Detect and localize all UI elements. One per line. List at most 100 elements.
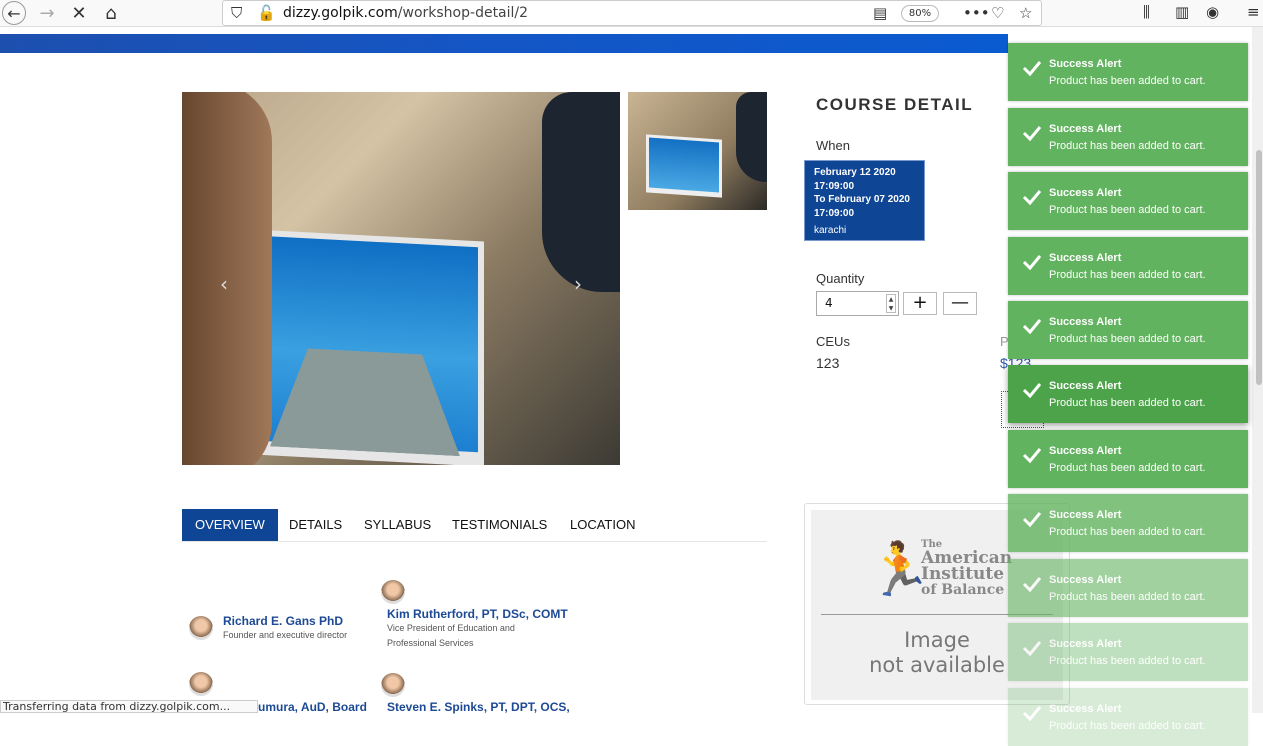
bookmark-star-icon[interactable]: ☆ bbox=[1019, 4, 1032, 22]
success-toast[interactable]: Success Alert Product has been added to c… bbox=[1008, 623, 1248, 681]
scrollbar-thumb[interactable] bbox=[1256, 150, 1262, 385]
pocket-icon[interactable]: ♡ bbox=[991, 4, 1004, 22]
check-icon bbox=[1022, 190, 1042, 206]
quantity-input[interactable]: 4 ▲ ▼ bbox=[816, 291, 899, 316]
increment-button[interactable]: + bbox=[903, 292, 937, 315]
success-toast[interactable]: Success Alert Product has been added to c… bbox=[1008, 172, 1248, 230]
page-actions-icon[interactable]: ••• bbox=[963, 4, 990, 22]
image-thumbnail[interactable] bbox=[628, 92, 767, 210]
when-label: When bbox=[816, 138, 850, 153]
success-toast[interactable]: Success Alert Product has been added to c… bbox=[1008, 430, 1248, 488]
sidebar-icon[interactable]: ▥ bbox=[1175, 3, 1189, 21]
avatar bbox=[189, 672, 213, 696]
success-toast[interactable]: Success Alert Product has been added to c… bbox=[1008, 559, 1248, 617]
person-role: Vice President of Education and Professio… bbox=[387, 623, 515, 648]
carousel-next-icon[interactable]: › bbox=[574, 272, 582, 296]
success-toast[interactable]: Success Alert Product has been added to c… bbox=[1008, 237, 1248, 295]
person-role: Founder and executive director bbox=[223, 630, 348, 640]
toast-title: Success Alert bbox=[1049, 252, 1122, 264]
home-icon[interactable]: ⌂ bbox=[98, 1, 124, 25]
avatar bbox=[381, 673, 405, 697]
decrement-button[interactable]: — bbox=[943, 292, 977, 315]
carousel-prev-icon[interactable]: ‹ bbox=[220, 272, 228, 296]
toast-title: Success Alert bbox=[1049, 509, 1122, 521]
toast-message: Product has been added to cart. bbox=[1049, 269, 1206, 281]
tab-overview[interactable]: OVERVIEW bbox=[182, 509, 278, 541]
check-icon bbox=[1022, 512, 1042, 528]
check-icon bbox=[1022, 448, 1042, 464]
success-toast[interactable]: Success Alert Product has been added to c… bbox=[1008, 43, 1248, 101]
menu-icon[interactable]: ≡ bbox=[1247, 3, 1260, 21]
toast-message: Product has been added to cart. bbox=[1049, 462, 1206, 474]
person-name[interactable]: Kim Rutherford, PT, DSc, COMT bbox=[387, 607, 568, 621]
success-toast[interactable]: Success Alert Product has been added to c… bbox=[1008, 365, 1248, 423]
site-header-bar bbox=[0, 34, 1008, 53]
stop-icon[interactable]: ✕ bbox=[66, 1, 92, 25]
browser-toolbar: ← → ✕ ⌂ ⛉ 🔓 dizzy.golpik.com/workshop-de… bbox=[0, 0, 1263, 27]
person-name[interactable]: Richard E. Gans PhD bbox=[223, 614, 343, 628]
reader-view-icon[interactable]: ▤ bbox=[873, 4, 887, 22]
toast-message: Product has been added to cart. bbox=[1049, 204, 1206, 216]
toast-message: Product has been added to cart. bbox=[1049, 526, 1206, 538]
toast-title: Success Alert bbox=[1049, 574, 1122, 586]
success-toast[interactable]: Success Alert Product has been added to c… bbox=[1008, 494, 1248, 552]
person-name[interactable]: umura, AuD, Board bbox=[258, 700, 367, 714]
course-tabs: OVERVIEW DETAILS SYLLABUS TESTIMONIALS L… bbox=[182, 509, 767, 542]
forward-icon[interactable]: → bbox=[34, 1, 60, 25]
check-icon bbox=[1022, 255, 1042, 271]
toast-title: Success Alert bbox=[1049, 316, 1122, 328]
tab-location[interactable]: LOCATION bbox=[557, 509, 649, 541]
zoom-level[interactable]: 80% bbox=[901, 5, 939, 22]
toast-title: Success Alert bbox=[1049, 445, 1122, 457]
avatar bbox=[381, 580, 405, 604]
balance-figure-icon: 🏃 bbox=[867, 540, 932, 600]
toast-title: Success Alert bbox=[1049, 703, 1122, 715]
schedule-start: February 12 2020 17:09:00 bbox=[814, 167, 896, 192]
ceus-label: CEUs bbox=[816, 334, 850, 349]
check-icon bbox=[1022, 641, 1042, 657]
tab-testimonials[interactable]: TESTIMONIALS bbox=[439, 509, 560, 541]
shield-icon[interactable]: ⛉ bbox=[231, 4, 242, 22]
toast-title: Success Alert bbox=[1049, 187, 1122, 199]
check-icon bbox=[1022, 319, 1042, 335]
toast-message: Product has been added to cart. bbox=[1049, 720, 1206, 732]
toast-title: Success Alert bbox=[1049, 123, 1122, 135]
organization-logo: The American Institute of Balance bbox=[921, 539, 1013, 599]
schedule-end: To February 07 2020 17:09:00 bbox=[814, 194, 910, 219]
url-host: dizzy.golpik.com bbox=[283, 5, 398, 21]
avatar bbox=[189, 616, 213, 640]
check-icon bbox=[1022, 61, 1042, 77]
check-icon bbox=[1022, 706, 1042, 722]
schedule-location: karachi bbox=[814, 225, 847, 236]
toast-message: Product has been added to cart. bbox=[1049, 397, 1206, 409]
success-toast[interactable]: Success Alert Product has been added to c… bbox=[1008, 688, 1248, 746]
check-icon bbox=[1022, 383, 1042, 399]
main-course-image: ‹ › bbox=[182, 92, 620, 465]
schedule-box[interactable]: February 12 2020 17:09:00 To February 07… bbox=[804, 160, 925, 241]
toast-title: Success Alert bbox=[1049, 58, 1122, 70]
check-icon bbox=[1022, 577, 1042, 593]
library-icon[interactable]: ⫼ bbox=[1143, 3, 1150, 21]
toast-title: Success Alert bbox=[1049, 638, 1122, 650]
url-path: /workshop-detail/2 bbox=[397, 5, 529, 21]
check-icon bbox=[1022, 126, 1042, 142]
spinner-icon[interactable]: ▲ ▼ bbox=[886, 294, 896, 313]
url-bar[interactable]: ⛉ 🔓 dizzy.golpik.com/workshop-detail/2 ▤… bbox=[222, 0, 1042, 26]
browser-status-bar: Transferring data from dizzy.golpik.com.… bbox=[0, 700, 258, 713]
back-icon[interactable]: ← bbox=[2, 1, 26, 25]
person-name[interactable]: Steven E. Spinks, PT, DPT, OCS, bbox=[387, 700, 570, 714]
account-icon[interactable]: ◉ bbox=[1206, 3, 1219, 21]
ceus-value: 123 bbox=[816, 355, 840, 371]
toast-message: Product has been added to cart. bbox=[1049, 333, 1206, 345]
toast-message: Product has been added to cart. bbox=[1049, 655, 1206, 667]
tab-details[interactable]: DETAILS bbox=[276, 509, 355, 541]
success-toast[interactable]: Success Alert Product has been added to c… bbox=[1008, 108, 1248, 166]
toast-message: Product has been added to cart. bbox=[1049, 75, 1206, 87]
toast-message: Product has been added to cart. bbox=[1049, 140, 1206, 152]
insecure-lock-icon[interactable]: 🔓 bbox=[257, 4, 276, 22]
success-toast[interactable]: Success Alert Product has been added to c… bbox=[1008, 301, 1248, 359]
toast-message: Product has been added to cart. bbox=[1049, 591, 1206, 603]
quantity-label: Quantity bbox=[816, 271, 865, 286]
tab-syllabus[interactable]: SYLLABUS bbox=[351, 509, 444, 541]
toast-title: Success Alert bbox=[1049, 380, 1122, 392]
